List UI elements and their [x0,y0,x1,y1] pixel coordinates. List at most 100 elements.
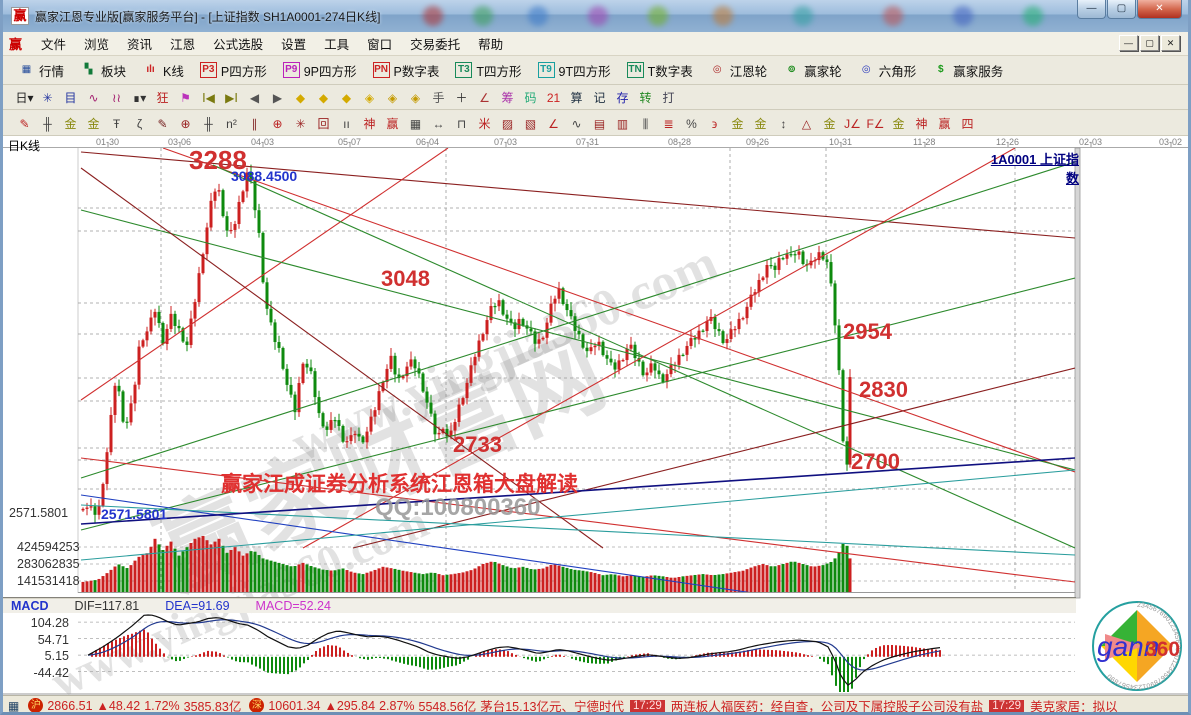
percent-icon[interactable]: % [680,113,703,134]
t-square-button[interactable]: T3T四方形 [448,59,528,82]
ying-tool-icon[interactable]: 赢 [381,113,404,134]
gold-band-icon[interactable]: 金 [749,113,772,134]
square-n2-icon[interactable]: n² [220,113,243,134]
notes-icon[interactable]: 记 [588,87,611,108]
t9-square-button[interactable]: T99T四方形 [531,59,618,82]
menu-工具[interactable]: 工具 [315,32,358,55]
rays-fan-icon[interactable]: 米 [473,113,496,134]
winner-service-button[interactable]: $赢家服务 [925,59,1010,82]
p-table-button[interactable]: PNP数字表 [366,59,447,82]
j-angle-icon[interactable]: J∠ [841,113,864,134]
diamond-h-icon[interactable]: ◆ [335,87,358,108]
hatch-box2-icon[interactable]: ▧ [519,113,542,134]
chip-icon[interactable]: 筹 [496,87,519,108]
calendar-icon[interactable]: 21 [542,87,565,108]
updown-icon[interactable]: ↕ [772,113,795,134]
band-box-icon[interactable]: ▤ [588,113,611,134]
child-minimize-button[interactable]: — [1119,35,1138,51]
kline-button[interactable]: ılıK线 [135,59,191,82]
p-square-button[interactable]: P3P四方形 [193,59,274,82]
diamond-right-icon[interactable]: ◆ [312,87,335,108]
menu-帮助[interactable]: 帮助 [469,32,512,55]
gold-angle-icon[interactable]: 金 [818,113,841,134]
info-list-icon[interactable]: 目 [59,87,82,108]
zigzag-icon[interactable]: ∿ [565,113,588,134]
diamond-cross-icon[interactable]: ◈ [381,87,404,108]
maximize-button[interactable]: ▢ [1107,0,1136,19]
ruler-lines-icon[interactable]: ╫ [197,113,220,134]
ticker-item[interactable]: 茅台15.13亿元、宁德时代 [480,696,624,715]
shen-tool-icon[interactable]: 神 [358,113,381,134]
shen-fan-icon[interactable]: 神∠ [910,113,933,134]
child-restore-button[interactable]: ▢ [1140,35,1159,51]
menu-公式选股[interactable]: 公式选股 [204,32,272,55]
f-angle-icon[interactable]: F∠ [864,113,887,134]
child-close-button[interactable]: ✕ [1161,35,1180,51]
fib-f-icon[interactable]: Ŧ [105,113,128,134]
winner-wheel-button[interactable]: ⊚赢家轮 [776,59,849,82]
gold-ratio-icon[interactable]: 金 [59,113,82,134]
candle-style-dropdown[interactable]: ∎▾ [128,87,151,108]
quotes-button[interactable]: ▦行情 [11,59,71,82]
news-ticker[interactable]: 茅台15.13亿元、宁德时代17:29两连板人福医药：经自查，公司及下属控股子公… [480,696,1188,715]
gold-channel-icon[interactable]: 金 [726,113,749,134]
first-bar-icon[interactable]: Ⅰ◀ [197,87,220,108]
gold-fan-icon[interactable]: 金∠ [887,113,910,134]
menu-窗口[interactable]: 窗口 [358,32,401,55]
menu-交易委托[interactable]: 交易委托 [401,32,469,55]
gann-circle-icon[interactable]: ⊕ [266,113,289,134]
slant-lines-icon[interactable]: ⫼ [634,113,657,134]
grid-123-icon[interactable]: ▦ [404,113,427,134]
diamond-all-icon[interactable]: ◈ [404,87,427,108]
chart-line-icon[interactable]: ∿ [82,87,105,108]
diamond-v-icon[interactable]: ◈ [358,87,381,108]
width-measure-icon[interactable]: ↔ [427,113,450,134]
hatch-box-icon[interactable]: ▨ [496,113,519,134]
hand-tool-icon[interactable]: 手 [427,87,450,108]
prev-bar-icon[interactable]: ◀ [243,87,266,108]
calculator-icon[interactable]: 算 [565,87,588,108]
period-day-dropdown[interactable]: 日▾ [13,87,36,108]
last-bar-icon[interactable]: ▶Ⅰ [220,87,243,108]
percent-level-icon[interactable]: ϶ [703,113,726,134]
t-table-button[interactable]: TNT数字表 [620,59,700,82]
next-bar-icon[interactable]: ▶ [266,87,289,108]
gann-wheel-button[interactable]: ◎江恩轮 [702,59,775,82]
hexagon-button[interactable]: ◎六角形 [851,59,924,82]
percent-lines-icon[interactable]: ≣ [657,113,680,134]
pencil-dark-icon[interactable]: ✎ [151,113,174,134]
close-button[interactable]: ✕ [1137,0,1182,19]
box-top-icon[interactable]: ⊓ [450,113,473,134]
gann-box-icon[interactable]: 回 [312,113,335,134]
ticker-item[interactable]: 美克家居：拟以 [1030,696,1118,715]
angle-line-icon[interactable]: ∠ [542,113,565,134]
triangle-icon[interactable]: △ [795,113,818,134]
sz-index-value[interactable]: 10601.34 [268,699,320,713]
angle-measure-icon[interactable]: ∠ [473,87,496,108]
flag-icon[interactable]: ⚑ [174,87,197,108]
p9-square-button[interactable]: P99P四方形 [276,59,364,82]
band-box2-icon[interactable]: ▥ [611,113,634,134]
wave-mark-icon[interactable]: ıı [335,113,358,134]
blocks-button[interactable]: ▚板块 [73,59,133,82]
si-fan-icon[interactable]: 四∠ [956,113,979,134]
ying-fan-icon[interactable]: 赢∠ [933,113,956,134]
parallel-icon[interactable]: ∥ [243,113,266,134]
menu-江恩[interactable]: 江恩 [161,32,204,55]
spiral-icon[interactable]: ζ [128,113,151,134]
export-icon[interactable]: 转 [634,87,657,108]
crosshair-icon[interactable]: ＋ [450,87,473,108]
gann-kuang-icon[interactable]: 狂 [151,87,174,108]
quote-grid-icon[interactable]: ▦ [8,699,19,713]
minimize-button[interactable]: — [1077,0,1106,19]
menu-文件[interactable]: 文件 [32,32,75,55]
print-icon[interactable]: 打 [657,87,680,108]
circle-cycle-icon[interactable]: ⊕ [174,113,197,134]
chart-wave-icon[interactable]: ≀≀ [105,87,128,108]
menu-资讯[interactable]: 资讯 [118,32,161,55]
chip2-icon[interactable]: 码 [519,87,542,108]
grid-lines-icon[interactable]: ╫ [36,113,59,134]
network-icon[interactable]: ✳ [36,87,59,108]
star-rays-icon[interactable]: ✳ [289,113,312,134]
menu-设置[interactable]: 设置 [272,32,315,55]
